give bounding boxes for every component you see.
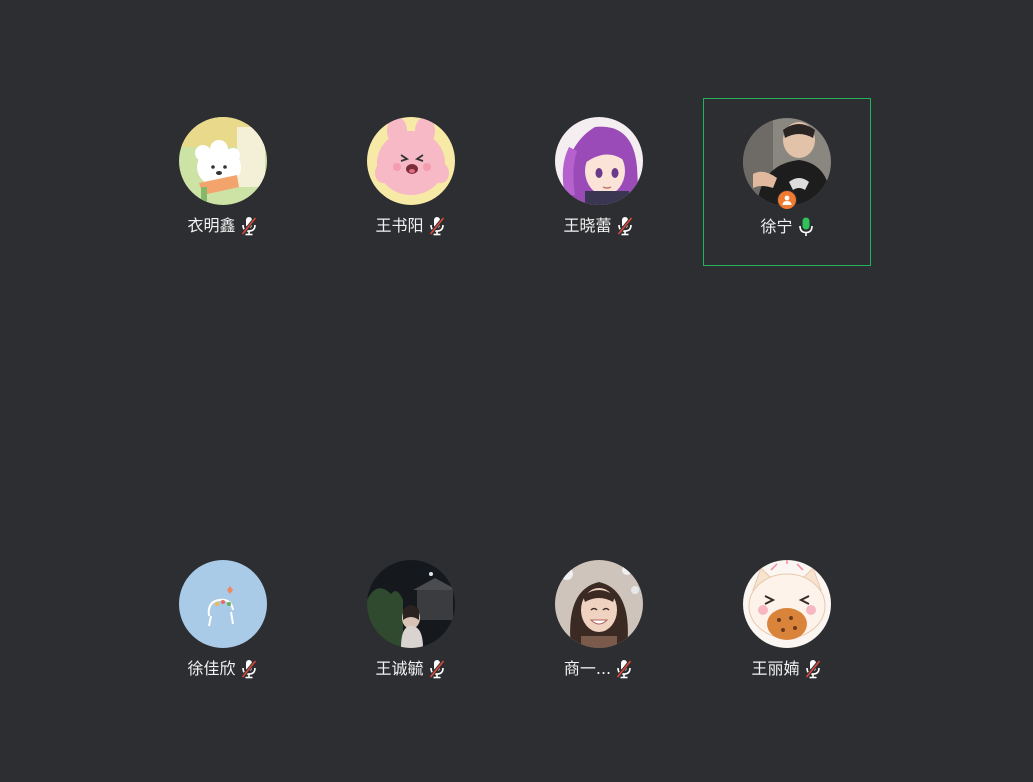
participant-name: 商一...: [563, 659, 612, 678]
mic-off-icon: [239, 658, 259, 680]
night-scene-avatar: [367, 560, 455, 648]
participant-name-row: 王丽婻: [703, 656, 871, 682]
participant-name: 王书阳: [375, 216, 424, 235]
mic-off-icon: [427, 215, 447, 237]
mic-off-icon: [803, 658, 823, 680]
cat-cookie-avatar: [743, 560, 831, 648]
participant-name-row: 商一...: [515, 656, 683, 682]
mic-off-icon: [427, 658, 447, 680]
meeting-participant-grid: 衣明鑫 王书阳 王晓蕾 徐宁 徐佳欣 王诚毓 商一... 王丽婻: [0, 0, 1033, 782]
participant-name-row: 徐佳欣: [139, 656, 307, 682]
participant-name-row: 衣明鑫: [139, 213, 307, 239]
blue-doodle-avatar: [179, 560, 267, 648]
participant-tile-4-speaking[interactable]: 徐宁: [703, 98, 871, 266]
participant-tile-6[interactable]: 王诚毓: [327, 542, 495, 710]
participant-name-row: 徐宁: [704, 214, 872, 240]
mic-off-icon: [614, 658, 634, 680]
participant-name: 王晓蕾: [563, 216, 612, 235]
cartoon-dog-avatar: [179, 117, 267, 205]
mic-off-icon: [239, 215, 259, 237]
participant-name-row: 王诚毓: [327, 656, 495, 682]
participant-tile-7[interactable]: 商一...: [515, 542, 683, 710]
participant-name: 徐宁: [760, 217, 793, 236]
participant-name: 徐佳欣: [187, 659, 236, 678]
host-badge-icon: [777, 190, 797, 210]
photo-woman-avatar: [555, 560, 643, 648]
mic-off-icon: [615, 215, 635, 237]
mic-on-icon: [796, 216, 816, 238]
participant-tile-2[interactable]: 王书阳: [327, 99, 495, 267]
participant-name: 衣明鑫: [187, 216, 236, 235]
participant-name-row: 王晓蕾: [515, 213, 683, 239]
anime-girl-avatar: [555, 117, 643, 205]
participant-tile-5[interactable]: 徐佳欣: [139, 542, 307, 710]
participant-name: 王丽婻: [751, 659, 800, 678]
pink-bunny-avatar: [367, 117, 455, 205]
participant-name-row: 王书阳: [327, 213, 495, 239]
participant-name: 王诚毓: [375, 659, 424, 678]
participant-tile-1[interactable]: 衣明鑫: [139, 99, 307, 267]
participant-tile-3[interactable]: 王晓蕾: [515, 99, 683, 267]
participant-tile-8[interactable]: 王丽婻: [703, 542, 871, 710]
